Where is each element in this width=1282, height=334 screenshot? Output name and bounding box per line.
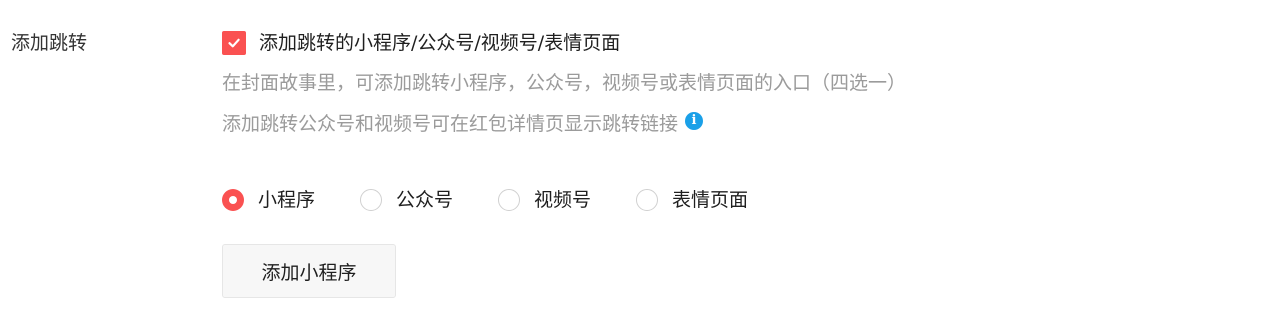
radio-label: 表情页面 [672,189,749,211]
add-jump-checkbox-row[interactable]: 添加跳转的小程序/公众号/视频号/表情页面 [222,30,620,56]
radio-option-official-account[interactable]: 公众号 [360,187,453,213]
info-icon[interactable]: i [685,112,704,130]
add-jump-checkbox-label: 添加跳转的小程序/公众号/视频号/表情页面 [259,32,621,54]
radio-button[interactable] [498,189,521,211]
jump-type-radio-group: 小程序 公众号 视频号 表情页面 [222,187,748,213]
radio-option-channels[interactable]: 视频号 [498,187,591,213]
radio-button[interactable] [636,189,659,211]
radio-button[interactable] [222,189,244,211]
checkmark-icon [228,38,240,48]
radio-option-sticker-page[interactable]: 表情页面 [636,187,748,213]
description-text-2: 添加跳转公众号和视频号可在红包详情页显示跳转链接 [222,113,679,135]
radio-label: 公众号 [396,189,454,211]
description-text-1: 在封面故事里，可添加跳转小程序，公众号，视频号或表情页面的入口（四选一） [222,72,907,94]
row-label: 添加跳转 [11,32,88,54]
description-line-2: 添加跳转公众号和视频号可在红包详情页显示跳转链接 i [222,111,704,137]
radio-option-mini-program[interactable]: 小程序 [222,187,315,213]
add-mini-program-button[interactable]: 添加小程序 [222,244,396,298]
radio-button[interactable] [360,189,383,211]
add-jump-checkbox[interactable] [222,31,246,55]
description-line-1: 在封面故事里，可添加跳转小程序，公众号，视频号或表情页面的入口（四选一） [222,70,906,96]
radio-label: 小程序 [258,189,316,211]
add-jump-settings: 添加跳转 添加跳转的小程序/公众号/视频号/表情页面 在封面故事里，可添加跳转小… [0,0,1282,334]
radio-label: 视频号 [534,189,592,211]
